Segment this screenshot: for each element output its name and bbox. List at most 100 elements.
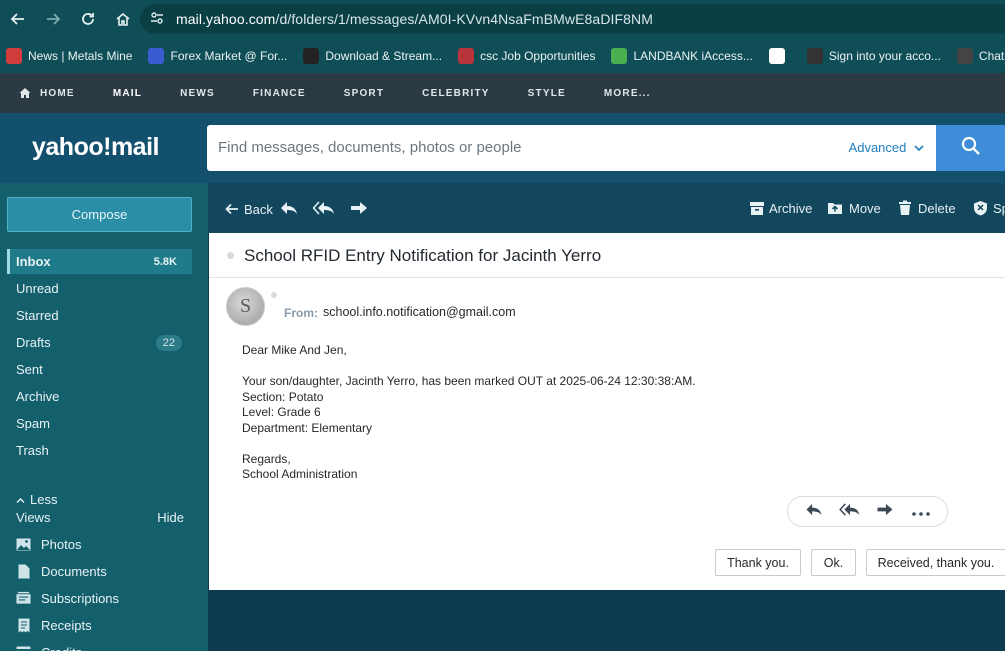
ynav-label: FINANCE: [252, 87, 306, 99]
compose-button[interactable]: Compose: [7, 197, 192, 232]
folder-label: Sent: [16, 362, 43, 377]
home-icon: [19, 87, 31, 99]
folder-spam[interactable]: Spam: [7, 411, 192, 436]
folder-starred[interactable]: Starred: [7, 303, 192, 328]
advanced-label: Advanced: [848, 140, 907, 155]
bookmark-item[interactable]: Forex Market @ For...: [148, 47, 287, 64]
shield-icon: [971, 199, 989, 217]
bookmark-label: LANDBANK iAccess...: [633, 48, 753, 63]
folder-sent[interactable]: Sent: [7, 357, 192, 382]
view-documents[interactable]: Documents: [16, 560, 201, 582]
ynav-item-mail[interactable]: MAIL: [94, 73, 161, 113]
spam-button[interactable]: Sp: [971, 199, 1005, 217]
reply-all-icon: [313, 199, 335, 217]
reply-icon: [280, 199, 298, 217]
bookmark-favicon-icon: [806, 47, 823, 64]
quick-reply-button[interactable]: Thank you.: [715, 549, 801, 576]
home-icon[interactable]: [105, 0, 140, 38]
message-subject: School RFID Entry Notification for Jacin…: [244, 246, 602, 265]
body-line: Department: Elementary: [242, 420, 373, 435]
message-body: Dear Mike And Jen, Your son/daughter, Jac…: [242, 343, 696, 483]
bookmark-item[interactable]: [768, 47, 791, 64]
less-label: Less: [30, 491, 58, 507]
ynav-item-news[interactable]: NEWS: [161, 73, 234, 113]
ynav-item-sport[interactable]: SPORT: [325, 73, 403, 113]
archive-button[interactable]: Archive: [748, 199, 812, 217]
bookmark-label: Download & Stream...: [325, 48, 443, 63]
views-header: Views Hide: [16, 507, 186, 527]
move-button[interactable]: Move: [826, 199, 881, 217]
message-status-dot[interactable]: [271, 292, 277, 298]
ynav-item-celebrity[interactable]: CELEBRITY: [403, 73, 508, 113]
search-button[interactable]: [936, 125, 1005, 171]
view-label: Subscriptions: [41, 590, 120, 606]
reply-button-inline[interactable]: [801, 502, 827, 522]
site-settings-icon[interactable]: [150, 11, 164, 28]
search-box: Advanced: [207, 125, 936, 171]
body-line: Your son/daughter, Jacinth Yerro, has be…: [242, 374, 696, 388]
reply-all-button-inline[interactable]: [837, 502, 863, 522]
ynav-item-home[interactable]: HOME: [0, 73, 94, 113]
mail-header: yahoo!mail Advanced: [0, 113, 1005, 183]
yahoo-mail-logo[interactable]: yahoo!mail: [32, 133, 159, 162]
forward-icon: [350, 199, 368, 217]
back-button[interactable]: Back: [223, 200, 273, 218]
quick-reply-button[interactable]: Ok.: [811, 549, 856, 576]
folder-drafts[interactable]: Drafts 22: [7, 330, 192, 355]
bookmarks-bar: News | Metals Mine Forex Market @ For... D…: [0, 38, 1005, 73]
forward-arrow-icon[interactable]: [35, 0, 70, 38]
message-card: School RFID Entry Notification for Jacin…: [209, 233, 1005, 590]
folder-trash[interactable]: Trash: [7, 438, 192, 463]
advanced-search-toggle[interactable]: Advanced: [849, 140, 924, 155]
view-photos[interactable]: Photos: [16, 533, 201, 555]
ynav-item-finance[interactable]: FINANCE: [234, 73, 325, 113]
search-input[interactable]: [218, 139, 818, 156]
views-label: Views: [16, 509, 51, 525]
archive-label: Archive: [769, 200, 813, 216]
reply-all-button[interactable]: [313, 199, 335, 217]
bookmark-favicon-icon: [303, 47, 320, 64]
trash-icon: [896, 199, 914, 217]
hide-views-button[interactable]: Hide: [157, 510, 184, 525]
bookmark-item[interactable]: Download & Stream...: [303, 47, 443, 64]
folder-unread[interactable]: Unread: [7, 276, 192, 301]
reply-button[interactable]: [280, 199, 298, 217]
less-toggle[interactable]: Less: [16, 489, 186, 509]
bookmark-item[interactable]: csc Job Opportunities: [458, 47, 595, 64]
reload-icon[interactable]: [70, 0, 105, 38]
bookmark-favicon-icon: [956, 47, 973, 64]
read-status-dot[interactable]: [227, 252, 234, 259]
back-arrow-icon[interactable]: [0, 0, 35, 38]
view-label: Receipts: [41, 617, 92, 633]
url-bar[interactable]: mail.yahoo.com/d/folders/1/messages/AM0I…: [140, 4, 1005, 34]
quick-reply-button[interactable]: Received, thank you.: [866, 549, 1005, 576]
bookmark-item[interactable]: LANDBANK iAccess...: [611, 47, 753, 64]
folder-archive[interactable]: Archive: [7, 384, 192, 409]
folder-count-badge: 22: [155, 334, 182, 351]
folder-label: Unread: [16, 281, 59, 296]
sender-avatar[interactable]: S: [226, 287, 265, 326]
reply-icon: [805, 502, 823, 522]
view-subscriptions[interactable]: Subscriptions: [16, 587, 201, 609]
from-label: From:: [284, 306, 318, 320]
yahoo-top-nav: HOME MAIL NEWS FINANCE SPORT CELEBRITY STYLE MO…: [0, 73, 1005, 113]
forward-button-inline[interactable]: [872, 502, 898, 522]
view-receipts[interactable]: Receipts: [16, 614, 201, 636]
view-credits[interactable]: Credits: [16, 641, 201, 651]
ynav-label: SPORT: [343, 87, 385, 99]
more-actions-button[interactable]: [908, 502, 934, 522]
forward-icon: [876, 502, 894, 522]
forward-button[interactable]: [350, 199, 368, 217]
unread-count: 5.8K: [153, 255, 177, 268]
bookmark-favicon-icon: [458, 47, 475, 64]
ynav-item-style[interactable]: STYLE: [509, 73, 585, 113]
bookmark-item[interactable]: Sign into your acco...: [806, 47, 941, 64]
folder-inbox[interactable]: Inbox 5.8K: [7, 249, 192, 274]
bookmark-item[interactable]: ChatGPT: [956, 47, 1005, 64]
sender-email[interactable]: school.info.notification@gmail.com: [323, 305, 516, 319]
ynav-item-more[interactable]: MORE...: [585, 73, 670, 113]
folder-label: Spam: [16, 416, 50, 431]
delete-button[interactable]: Delete: [896, 199, 956, 217]
folder-label: Trash: [16, 443, 49, 458]
bookmark-item[interactable]: News | Metals Mine: [6, 47, 132, 64]
